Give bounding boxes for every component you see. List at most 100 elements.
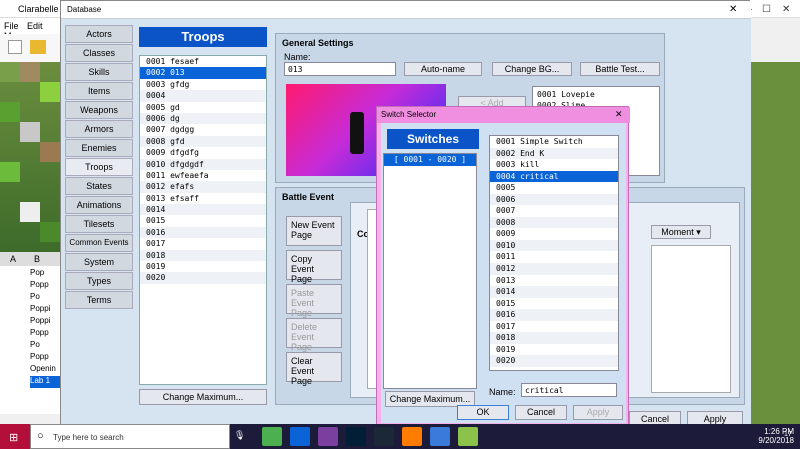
list-item-selected[interactable]: 0004 critical: [490, 170, 618, 183]
sidebar-skills[interactable]: Skills: [65, 63, 133, 81]
list-item[interactable]: 0009: [490, 228, 618, 240]
sidebar-actors[interactable]: Actors: [65, 25, 133, 43]
list-item[interactable]: 0017: [140, 238, 266, 249]
tree-item[interactable]: Poppi: [30, 316, 60, 328]
list-item-selected[interactable]: 0002 013: [140, 67, 266, 79]
list-item[interactable]: 0015: [490, 298, 618, 310]
close-icon[interactable]: ✕: [782, 4, 790, 15]
name-field[interactable]: 013: [284, 62, 396, 76]
tree-item[interactable]: Openin: [30, 364, 60, 376]
list-item[interactable]: 0006: [490, 193, 618, 206]
menu-file[interactable]: File: [4, 21, 19, 31]
sidebar-animations[interactable]: Animations: [65, 196, 133, 214]
close-icon[interactable]: ✕: [729, 4, 737, 15]
sidebar-terms[interactable]: Terms: [65, 291, 133, 309]
sidebar-enemies[interactable]: Enemies: [65, 139, 133, 157]
tileset-palette[interactable]: [0, 62, 60, 252]
list-item[interactable]: 0009 dfgdfg: [140, 147, 266, 158]
enemy-sprite[interactable]: [350, 112, 364, 154]
list-item[interactable]: 0001 Simple Switch: [490, 136, 618, 148]
list-item[interactable]: 0014: [490, 286, 618, 298]
tab-b[interactable]: B: [34, 254, 40, 264]
sidebar-troops[interactable]: Troops: [65, 158, 133, 176]
sidebar-items[interactable]: Items: [65, 82, 133, 100]
switch-apply-button[interactable]: Apply: [573, 405, 623, 420]
taskbar-search[interactable]: ○ Type here to search: [30, 424, 230, 449]
chrome-icon[interactable]: [262, 427, 282, 446]
maximize-icon[interactable]: ☐: [762, 4, 771, 15]
change-bg-button[interactable]: Change BG...: [492, 62, 572, 76]
list-item[interactable]: 0014: [140, 204, 266, 216]
list-item[interactable]: 0008 gfd: [140, 135, 266, 148]
list-item[interactable]: 0011: [490, 251, 618, 263]
list-item[interactable]: 0016: [490, 309, 618, 321]
close-icon[interactable]: ✕: [615, 109, 623, 120]
list-item[interactable]: 0006 dg: [140, 112, 266, 125]
list-item[interactable]: 0020: [490, 355, 618, 367]
app-icon[interactable]: [458, 427, 478, 446]
new-event-page-button[interactable]: New Event Page: [286, 216, 342, 246]
list-item[interactable]: 0010: [490, 239, 618, 252]
list-item[interactable]: 0007: [490, 205, 618, 217]
list-item[interactable]: 0004: [140, 90, 266, 102]
sidebar-classes[interactable]: Classes: [65, 44, 133, 62]
tree-item[interactable]: Pop: [30, 268, 60, 280]
ok-button[interactable]: OK: [457, 405, 509, 420]
list-item[interactable]: 0016: [140, 226, 266, 239]
list-item[interactable]: 0013 efsaff: [140, 193, 266, 204]
list-item[interactable]: 0013: [490, 275, 618, 287]
auto-name-button[interactable]: Auto-name: [404, 62, 482, 76]
list-item[interactable]: 0001 fesaef: [140, 56, 266, 67]
tab-a[interactable]: A: [10, 254, 16, 264]
list-item[interactable]: 0007 dgdgg: [140, 124, 266, 135]
list-item[interactable]: 0010 dfgdgdf: [140, 158, 266, 170]
list-item[interactable]: 0019: [490, 344, 618, 356]
battle-test-button[interactable]: Battle Test...: [580, 62, 660, 76]
sidebar-common-events[interactable]: Common Events: [65, 234, 133, 252]
sidebar-armors[interactable]: Armors: [65, 120, 133, 138]
steam-icon[interactable]: [374, 427, 394, 446]
list-item[interactable]: 0002 End K: [490, 147, 618, 160]
illustrator-icon[interactable]: [402, 427, 422, 446]
list-item[interactable]: 0011 ewfeaefa: [140, 170, 266, 181]
rpgmaker-icon[interactable]: [430, 427, 450, 446]
tree-item[interactable]: Po: [30, 292, 60, 304]
switch-list[interactable]: 0001 Simple Switch 0002 End K 0003 kill …: [489, 135, 619, 371]
list-item[interactable]: 0005 gd: [140, 102, 266, 113]
start-button[interactable]: ⊞: [0, 424, 30, 449]
sidebar-states[interactable]: States: [65, 177, 133, 195]
tree-item[interactable]: Popp: [30, 352, 60, 364]
switch-cancel-button[interactable]: Cancel: [515, 405, 567, 420]
photoshop-icon[interactable]: [346, 427, 366, 446]
list-item[interactable]: 0008: [490, 216, 618, 229]
menu-edit[interactable]: Edit: [27, 21, 43, 31]
list-item[interactable]: 0003 gfdg: [140, 79, 266, 90]
list-item[interactable]: 0017: [490, 321, 618, 333]
tree-item[interactable]: Popp: [30, 280, 60, 292]
switch-group-item[interactable]: [ 0001 - 0020 ]: [384, 154, 476, 166]
mail-icon[interactable]: [290, 427, 310, 446]
list-item[interactable]: 0005: [490, 182, 618, 194]
list-item[interactable]: 0012 efafs: [140, 181, 266, 193]
tree-item[interactable]: Poppi: [30, 304, 60, 316]
list-item[interactable]: 0012: [490, 263, 618, 275]
new-project-icon[interactable]: [8, 40, 22, 54]
microphone-icon[interactable]: 🎙: [234, 430, 252, 444]
sidebar-types[interactable]: Types: [65, 272, 133, 290]
span-select[interactable]: Moment ▾: [651, 225, 711, 239]
event-commands-list[interactable]: [651, 245, 731, 393]
list-item[interactable]: 0018: [490, 332, 618, 344]
troops-list[interactable]: 0001 fesaef 0002 013 0003 gfdg 0004 0005…: [139, 55, 267, 385]
switch-name-field[interactable]: critical: [521, 383, 617, 397]
sidebar-weapons[interactable]: Weapons: [65, 101, 133, 119]
app-icon[interactable]: [318, 427, 338, 446]
list-item[interactable]: 0018: [140, 249, 266, 262]
notification-badge[interactable]: 17: [784, 431, 792, 438]
sidebar-tilesets[interactable]: Tilesets: [65, 215, 133, 233]
tree-item[interactable]: Po: [30, 340, 60, 352]
list-item[interactable]: 0020: [140, 272, 266, 284]
tree-item-selected[interactable]: Lab 1: [30, 376, 60, 388]
delete-event-page-button[interactable]: Delete Event Page: [286, 318, 342, 352]
switch-group-list[interactable]: [ 0001 - 0020 ]: [383, 153, 477, 389]
copy-event-page-button[interactable]: Copy Event Page: [286, 250, 342, 284]
